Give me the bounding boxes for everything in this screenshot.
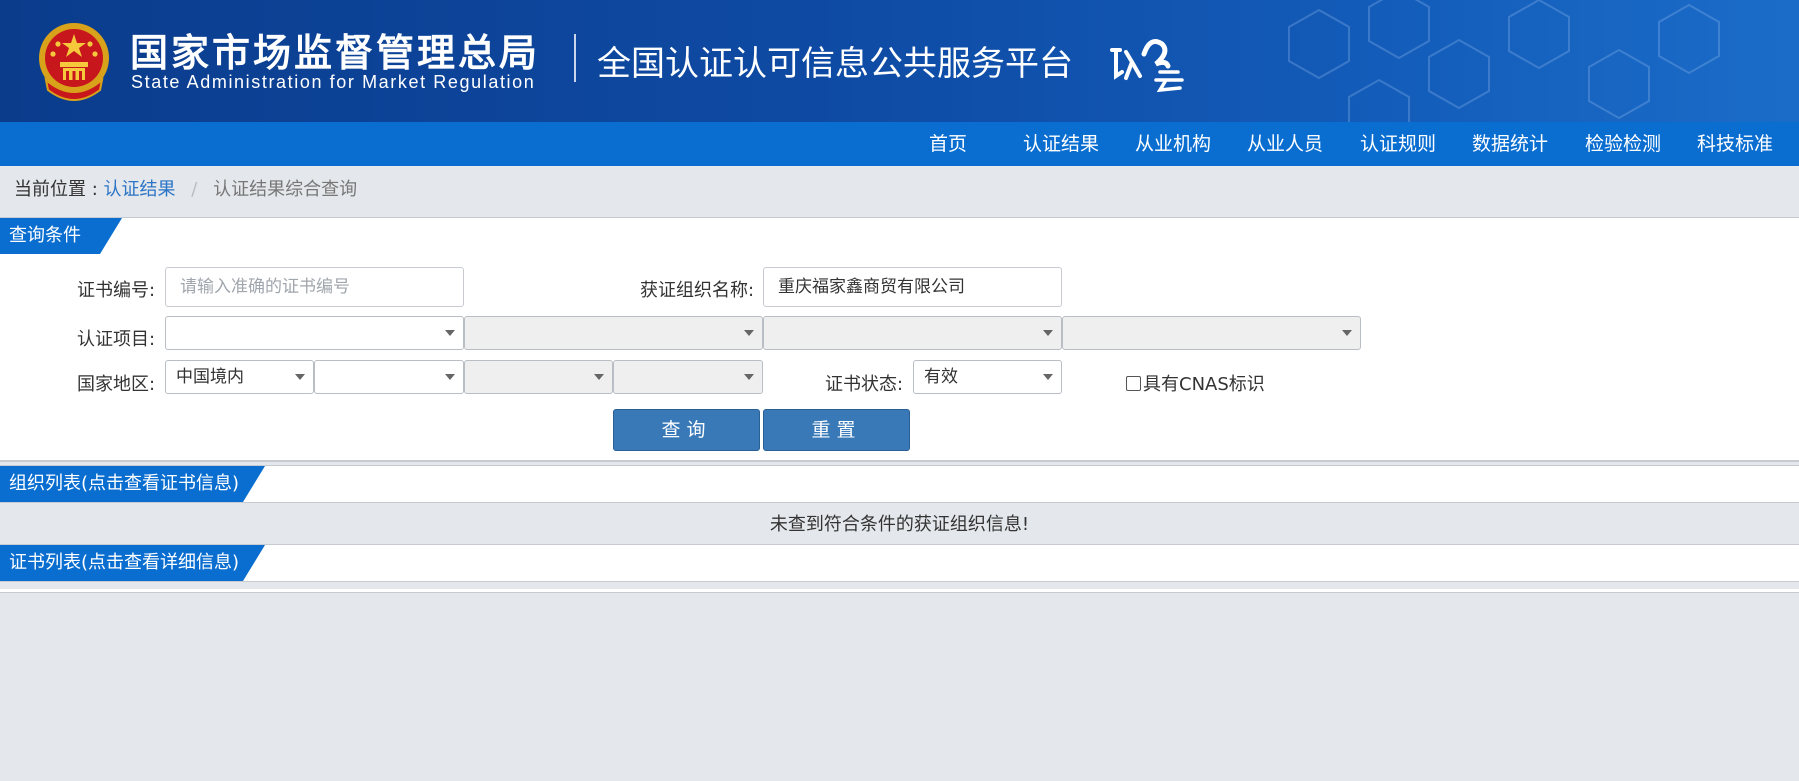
header-divider	[574, 34, 576, 82]
nav-item-home[interactable]: 首页	[929, 122, 967, 166]
nav-item-statistics[interactable]: 数据统计	[1472, 122, 1548, 166]
chevron-down-icon	[445, 330, 455, 336]
platform-title: 全国认证认可信息公共服务平台	[597, 44, 1073, 84]
renyun-logo-icon	[1110, 39, 1184, 93]
reset-button[interactable]: 重置	[763, 409, 910, 451]
search-button[interactable]: 查询	[613, 409, 760, 451]
org-list-section-title: 组织列表(点击查看证书信息)	[0, 466, 265, 502]
chevron-down-icon	[1342, 330, 1352, 336]
status-select-value: 有效	[924, 367, 958, 387]
cnas-checkbox[interactable]	[1126, 376, 1141, 391]
org-name-en: State Administration for Market Regulati…	[131, 72, 536, 92]
province-select[interactable]	[314, 360, 464, 394]
breadcrumb: 当前位置 : 认证结果 / 认证结果综合查询	[14, 175, 357, 201]
cert-item-label: 认证项目:	[77, 329, 156, 350]
chevron-down-icon	[445, 374, 455, 380]
cert-list-body	[0, 589, 1799, 593]
breadcrumb-link-cert-results[interactable]: 认证结果	[104, 179, 176, 200]
nav-item-inspection[interactable]: 检验检测	[1585, 122, 1661, 166]
site-header: 国家市场监督管理总局 State Administration for Mark…	[0, 0, 1799, 122]
nav-item-practitioners[interactable]: 从业人员	[1247, 122, 1323, 166]
hexagon-pattern-decoration	[1288, 0, 1720, 122]
country-label: 国家地区:	[77, 374, 156, 395]
status-select[interactable]: 有效	[913, 360, 1062, 394]
country-select-value: 中国境内	[176, 367, 244, 387]
district-select	[613, 360, 763, 394]
nav-item-cert-rules[interactable]: 认证规则	[1360, 122, 1436, 166]
nav-item-tech-standards[interactable]: 科技标准	[1697, 122, 1773, 166]
status-label: 证书状态:	[825, 374, 904, 395]
cert-list-section-bar: 证书列表(点击查看详细信息)	[0, 544, 1799, 582]
cert-item-select-2	[464, 316, 763, 350]
org-list-section-title-text: 组织列表(点击查看证书信息)	[9, 473, 240, 494]
breadcrumb-prefix: 当前位置 :	[14, 179, 98, 200]
national-emblem-icon	[39, 23, 109, 101]
chevron-down-icon	[744, 330, 754, 336]
cert-item-select-4	[1062, 316, 1361, 350]
breadcrumb-current: 认证结果综合查询	[213, 179, 358, 200]
query-section-title: 查询条件	[0, 218, 122, 254]
breadcrumb-separator: /	[191, 179, 198, 200]
cert-no-input[interactable]: 请输入准确的证书编号	[165, 267, 464, 307]
cnas-checkbox-field[interactable]: 具有CNAS标识	[1126, 370, 1265, 396]
chevron-down-icon	[744, 374, 754, 380]
cert-no-label: 证书编号:	[77, 280, 156, 301]
org-list-empty-message: 未查到符合条件的获证组织信息!	[769, 514, 1030, 535]
cert-list-section-title: 证书列表(点击查看详细信息)	[0, 545, 265, 581]
query-section-bar: 查询条件	[0, 217, 1799, 255]
nav-item-cert-results[interactable]: 认证结果	[1023, 122, 1099, 166]
city-select	[464, 360, 613, 394]
org-name-cn: 国家市场监督管理总局	[130, 31, 541, 75]
chevron-down-icon	[1043, 330, 1053, 336]
query-section-title-text: 查询条件	[9, 225, 81, 246]
cert-list-section-title-text: 证书列表(点击查看详细信息)	[9, 552, 240, 573]
org-list-section-bar: 组织列表(点击查看证书信息)	[0, 465, 1799, 503]
chevron-down-icon	[1043, 374, 1053, 380]
cert-item-select-1[interactable]	[165, 316, 464, 350]
org-name-label: 获证组织名称:	[640, 280, 755, 301]
cnas-checkbox-label: 具有CNAS标识	[1143, 374, 1265, 395]
cert-item-select-3	[763, 316, 1062, 350]
chevron-down-icon	[594, 374, 604, 380]
org-name-input[interactable]: 重庆福家鑫商贸有限公司	[763, 267, 1062, 307]
nav-item-institutions[interactable]: 从业机构	[1135, 122, 1211, 166]
country-select[interactable]: 中国境内	[165, 360, 314, 394]
main-nav: 首页 认证结果 从业机构 从业人员 认证规则 数据统计 检验检测 科技标准	[0, 122, 1799, 166]
chevron-down-icon	[295, 374, 305, 380]
